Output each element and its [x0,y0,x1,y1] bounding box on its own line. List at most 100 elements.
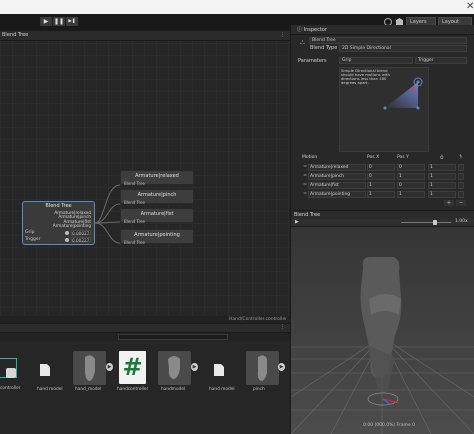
param-slider-handle[interactable] [65,231,69,235]
directional-warning: Simple Directional blend should have mot… [341,68,390,85]
link-relaxed [94,184,121,224]
pinch-thumbnail[interactable] [246,351,279,385]
drag-handle-icon[interactable]: = [303,191,307,197]
asset-label: hand model [37,387,63,392]
mirror-checkbox[interactable] [458,191,464,198]
transition-lines [94,184,121,244]
motion-field[interactable]: Armature|relaxed [308,164,366,171]
speed-value: 1.00x [455,219,468,224]
blend-tree-node[interactable]: Blend Tree Armature|relaxed Armature|pin… [22,201,95,245]
param-label: Trigger [25,237,41,242]
asset-label: handmodel [161,387,186,392]
param-value[interactable]: 0.00027 [71,230,91,236]
speed-slider-handle[interactable] [433,220,437,225]
mirror-icon: 🏃 [458,155,464,160]
time-scale-field[interactable]: 1 [428,191,456,198]
name-field[interactable]: Blend Tree [309,37,467,44]
motion-subtitle: Blend Tree [124,240,145,245]
blend-tree-motion-list: Armature|relaxed Armature|pinch Armature… [53,210,91,228]
motion-field[interactable]: Armature|pointing [308,191,366,198]
param-x-dropdown[interactable]: Grip [339,57,413,64]
inspector-tab-label: Inspector [303,27,327,33]
motion-node-relaxed[interactable]: Armature|relaxed Blend Tree [120,170,194,186]
pos-x-field[interactable]: 0 [367,173,395,180]
time-scale-field[interactable]: 1 [428,182,456,189]
pos-y-field[interactable]: 1 [397,191,425,198]
motion-row[interactable]: = Armature|pinch 0 1 1 [302,172,467,181]
csharp-script-icon[interactable]: # [119,351,146,384]
preview-canvas [291,227,474,434]
search-input[interactable] [118,334,228,340]
motion-row[interactable]: = Armature|pointing 1 1 1 [302,190,467,199]
play-preview-icon[interactable]: ▶ [295,219,299,225]
mirror-checkbox[interactable] [458,182,464,189]
param-slider-handle[interactable] [65,238,69,242]
drag-handle-icon[interactable]: = [303,164,307,170]
mirror-checkbox[interactable] [458,164,464,171]
inspector-tab[interactable]: ⓘ Inspector [297,26,327,33]
motion-row[interactable]: = Armature|relaxed 0 0 1 [302,163,467,172]
col-pos-x: Pos X [367,155,380,160]
motion-point-relaxed[interactable] [383,106,387,110]
motion-field[interactable]: Armature|fist [308,182,366,189]
expand-arrow-icon[interactable]: ▶ [106,363,113,371]
pos-y-field[interactable]: 0 [397,164,425,171]
mirror-checkbox[interactable] [458,173,464,180]
param-label: Grip [25,230,35,235]
param-trigger[interactable]: Trigger 0.00227 [25,237,91,243]
pos-x-field[interactable]: 1 [367,182,395,189]
model-preview[interactable]: 0:00 (000.0%) Frame 0 [291,227,474,434]
more-options-icon[interactable]: ⋮ [280,324,285,330]
param-grip[interactable]: Grip 0.00027 [25,230,91,236]
expand-arrow-icon[interactable]: ▶ [278,363,285,371]
motion-node-fist[interactable]: Armature|fist Blend Tree [120,208,194,224]
file-icon[interactable] [40,364,50,376]
speed-slider-track[interactable] [401,222,451,223]
motion-row[interactable]: = Armature|fist 1 0 1 [302,181,467,190]
add-motion-button[interactable]: + [444,200,454,206]
hand-thumb-svg [257,355,267,381]
time-scale-field[interactable]: 1 [428,173,456,180]
remove-motion-button[interactable]: − [456,200,466,206]
preview-tab[interactable]: Blend Tree [294,212,320,218]
file-icon[interactable] [214,364,224,376]
param-value[interactable]: 0.00227 [71,237,91,243]
current-blend-position[interactable] [412,87,416,91]
expand-arrow-icon[interactable]: ▶ [191,363,198,371]
pos-y-field[interactable]: 0 [397,182,425,189]
preview-toolbar: ▶ 1.00x [291,219,474,226]
motion-node-pointing[interactable]: Armature|pointing Blend Tree [120,229,194,245]
project-toolbar [0,333,290,341]
pos-y-field[interactable]: 1 [397,173,425,180]
handmodel-thumbnail[interactable] [158,351,191,385]
pos-x-field[interactable]: 0 [367,164,395,171]
blend-type-dropdown[interactable]: 2D Simple Directional [339,45,467,52]
motion-point-fist[interactable] [416,106,420,110]
animator-footer: Hand/Controller.controller [0,316,290,323]
motion-field[interactable]: Armature|pinch [308,173,366,180]
asset-label: hand model [209,387,235,392]
asset-label: pinch [253,387,265,392]
blend-tree-node-title: Blend Tree [45,203,72,209]
asset-controller[interactable] [0,358,17,382]
motion-title: Armature|relaxed [135,173,179,179]
hand-thumb-svg [85,355,95,381]
drag-handle-icon[interactable]: = [303,182,307,188]
close-window-icon[interactable]: ✕ [466,1,474,12]
link-pointing [94,222,121,244]
drag-handle-icon[interactable]: = [303,173,307,179]
parameters-label: Parameters [298,58,327,64]
time-scale-field[interactable]: 1 [428,164,456,171]
blend-graph[interactable]: Simple Directional blend should have mot… [339,67,429,152]
controller-node-icon [6,368,16,378]
motion-node-pinch[interactable]: Armature|pinch Blend Tree [120,189,194,205]
controller-path: Hand/Controller.controller [229,317,287,322]
param-y-dropdown[interactable]: Trigger [415,57,467,64]
pos-x-field[interactable]: 1 [367,191,395,198]
hand-model-thumbnail[interactable] [73,351,106,385]
layout-label: Layout [442,18,459,25]
time-scale-icon: ⏱ [440,156,444,161]
motion-subtitle: Blend Tree [124,219,145,224]
blend-tree-icon: ⛬ [300,38,305,46]
asset-label: handcontroller [117,387,149,392]
